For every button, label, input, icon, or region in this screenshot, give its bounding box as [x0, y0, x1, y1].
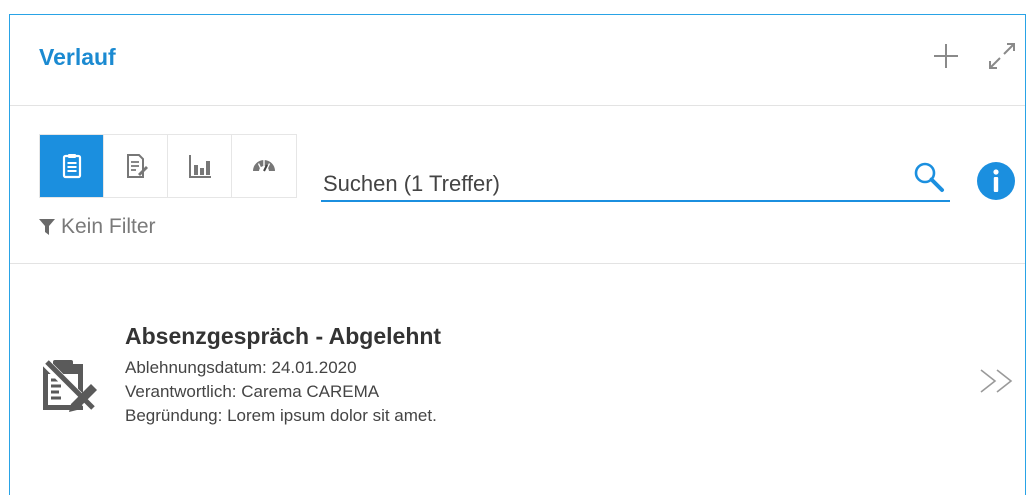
history-panel: Verlauf Kein Filter Suchen (1 Treffer) A… [9, 14, 1026, 495]
search-box [321, 160, 950, 202]
filter-icon [39, 219, 55, 235]
panel-header: Verlauf [10, 15, 1025, 106]
history-list: Absenzgespräch - Abgelehnt Ablehnungsdat… [10, 264, 1025, 495]
search-icon [914, 162, 944, 192]
filter-toggle[interactable]: Kein Filter [39, 215, 156, 239]
view-list-button[interactable] [40, 135, 104, 197]
view-gauge-button[interactable] [232, 135, 296, 197]
gauge-icon [253, 160, 275, 172]
plus-icon [934, 44, 958, 68]
toolbar: Kein Filter [10, 106, 1025, 264]
view-document-button[interactable] [104, 135, 168, 197]
expand-icon [989, 43, 1015, 69]
list-item-reason: Begründung: Lorem ipsum dolor sit amet. [125, 406, 437, 425]
panel-title: Verlauf [39, 44, 116, 70]
info-icon [993, 169, 999, 192]
list-item[interactable]: Absenzgespräch - Abgelehnt Ablehnungsdat… [10, 314, 1025, 434]
add-button[interactable] [931, 41, 961, 71]
list-item-title: Absenzgespräch - Abgelehnt [125, 323, 442, 349]
list-item-text: Absenzgespräch - Abgelehnt Ablehnungsdat… [125, 323, 441, 428]
search-input[interactable] [321, 160, 891, 200]
clipboard-list-icon [62, 154, 81, 179]
double-chevron-right-icon[interactable] [977, 366, 1017, 396]
list-item-date: Ablehnungsdatum: 24.01.2020 [125, 358, 357, 377]
view-chart-button[interactable] [168, 135, 232, 197]
rejected-document-icon [37, 352, 101, 416]
document-edit-icon [126, 154, 148, 178]
search-button[interactable] [912, 160, 946, 194]
filter-label: Kein Filter [61, 215, 156, 238]
view-switcher [39, 134, 297, 198]
bar-chart-icon [188, 155, 211, 178]
expand-button[interactable] [987, 41, 1017, 71]
list-item-responsible: Verantwortlich: Carema CAREMA [125, 382, 380, 401]
info-button[interactable] [977, 162, 1015, 200]
